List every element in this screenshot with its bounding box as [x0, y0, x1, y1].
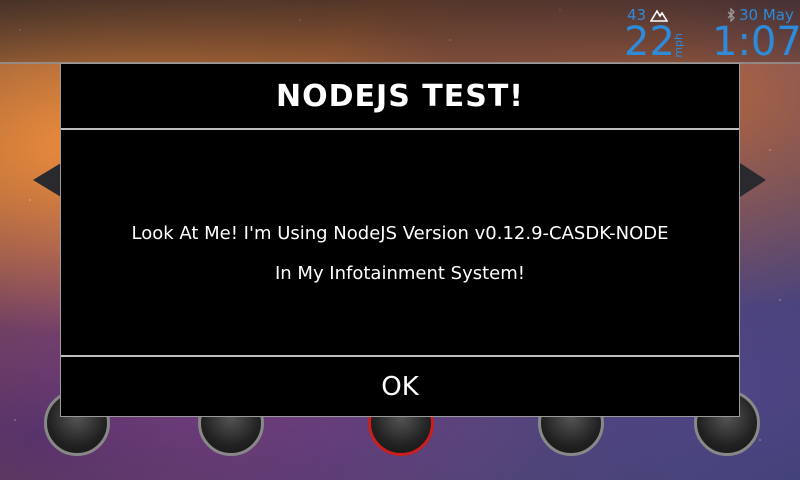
speed-unit: mph	[672, 33, 685, 58]
ok-button[interactable]: OK	[61, 357, 739, 417]
scroll-left-arrow[interactable]	[33, 163, 61, 197]
dialog-divider-top	[61, 128, 739, 130]
clock: 1:07	[712, 19, 800, 65]
dialog-message-line-2: In My Infotainment System!	[274, 263, 526, 284]
status-bar: 43 22 mph 30 May 1:07	[0, 0, 800, 64]
infotainment-screen: 43 22 mph 30 May 1:07 NODEJS TEST! Look …	[0, 0, 800, 480]
scroll-right-arrow[interactable]	[740, 163, 766, 197]
alert-dialog: NODEJS TEST! Look At Me! I'm Using NodeJ…	[60, 63, 740, 417]
dialog-message-line-1: Look At Me! I'm Using NodeJS Version v0.…	[131, 223, 669, 244]
speed-value: 22	[624, 19, 675, 65]
dialog-title: NODEJS TEST!	[276, 78, 524, 114]
dialog-message: Look At Me! I'm Using NodeJS Version v0.…	[61, 214, 739, 294]
